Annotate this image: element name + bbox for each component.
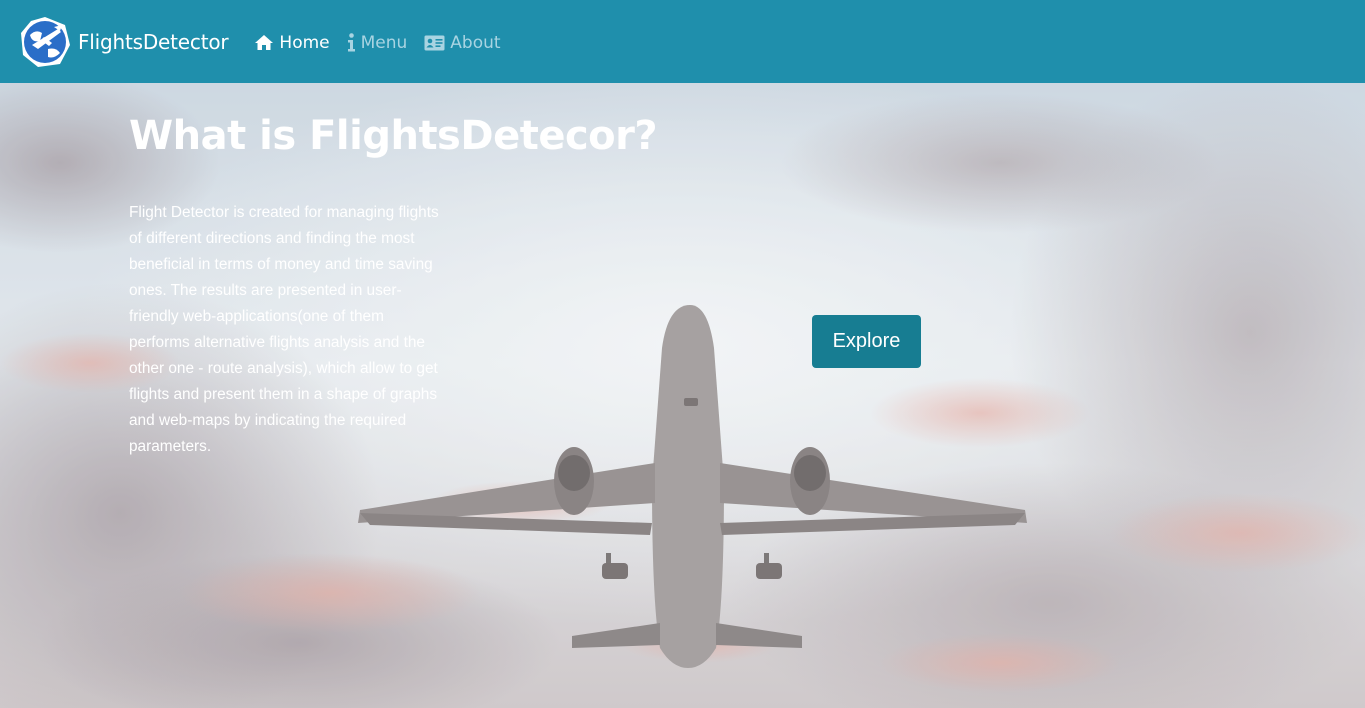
nav-item-label: Home	[279, 32, 330, 53]
top-navbar: FlightsDetector Home Menu About	[0, 0, 1365, 83]
hero-section: What is FlightsDetecor? Flight Detector …	[0, 83, 1365, 708]
nav-item-home[interactable]: Home	[254, 32, 330, 53]
nav-item-menu[interactable]: Menu	[347, 32, 408, 53]
nav-item-about[interactable]: About	[424, 32, 501, 53]
brand[interactable]: FlightsDetector	[18, 15, 229, 69]
brand-name: FlightsDetector	[78, 29, 229, 54]
id-card-icon	[424, 35, 445, 50]
hero-description: Flight Detector is created for managing …	[129, 204, 439, 455]
explore-button[interactable]: Explore	[812, 315, 921, 368]
nav-item-label: About	[450, 32, 501, 53]
hero-title: What is FlightsDetecor?	[129, 113, 658, 159]
nav-links: Home Menu About	[254, 33, 517, 53]
nav-item-label: Menu	[360, 32, 408, 53]
home-icon	[255, 35, 274, 50]
globe-plane-logo	[21, 16, 70, 67]
info-icon	[347, 33, 355, 52]
